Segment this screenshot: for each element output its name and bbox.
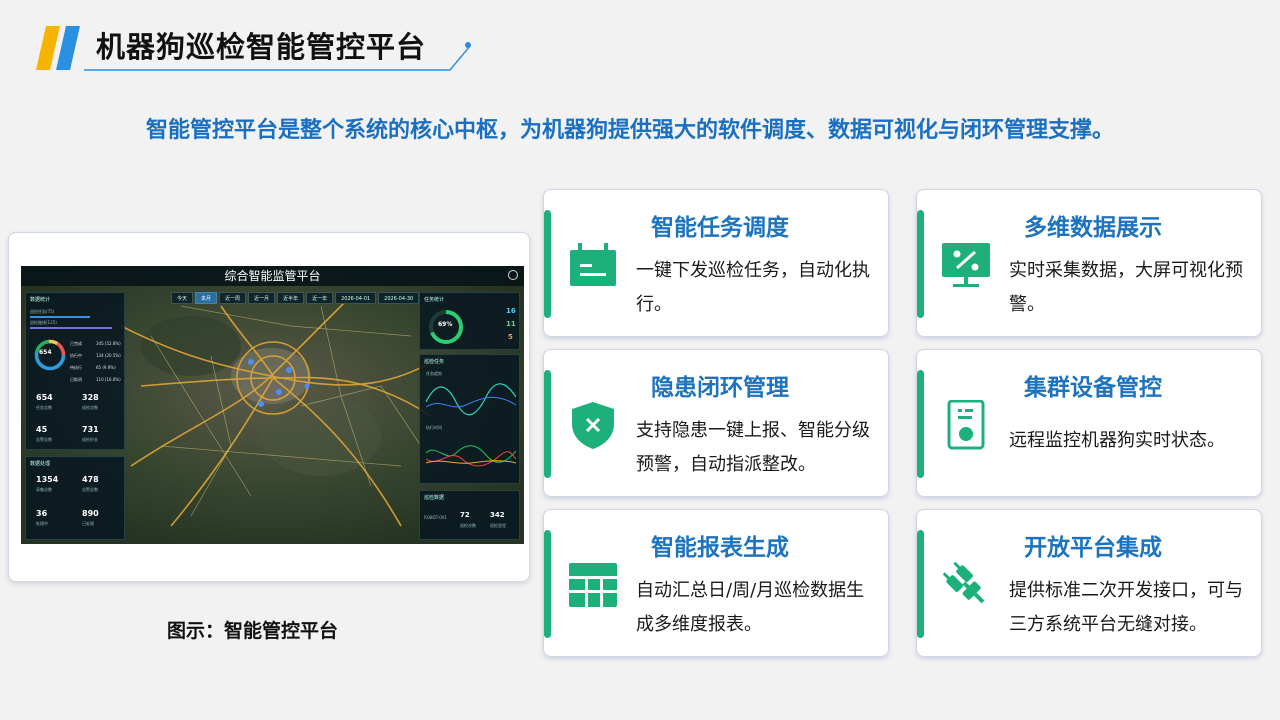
- stat-1-num: 328: [82, 393, 99, 402]
- inspection-data-header: 巡检数据: [424, 495, 445, 501]
- card-hazard-management: 隐患闭环管理 支持隐患一键上报、智能分级预警，自动指派整改。: [543, 349, 889, 497]
- stat2-2-num: 36: [36, 509, 48, 518]
- date-tabs: 今天 本月 近一周 近一月 近半年 近一年 2026-04-01 2026-04…: [171, 292, 420, 304]
- card-description: 支持隐患一键上报、智能分级预警，自动指派整改。: [636, 420, 870, 475]
- bar1-label: 巡检任务(75): [30, 309, 55, 314]
- inspection-panel: 巡检任务 任务趋势 执行时间: [419, 354, 520, 484]
- inspection-data-panel: 巡检数据 ROBOT-001 72 巡检次数 342 巡检里程: [419, 490, 520, 540]
- rstat-1-num: 342: [490, 511, 505, 519]
- legend-1-name: 执行中: [70, 353, 82, 358]
- date-end[interactable]: 2026-04-30: [378, 292, 420, 304]
- stats-panel: 数据统计 巡检任务(75) 巡检路线(125) 654 已完成 345 (52.…: [25, 292, 125, 450]
- card-title: 隐患闭环管理: [651, 375, 789, 401]
- card-title: 多维数据展示: [1024, 215, 1162, 241]
- process-panel-header: 数据处理: [30, 461, 51, 467]
- bar2-label: 巡检路线(125): [30, 320, 57, 325]
- process-panel: 数据处理 1354 采集总数 478 告警总数 36 处理中 890 已处理: [25, 456, 125, 540]
- bar1: [30, 316, 90, 318]
- card-description: 一键下发巡检任务，自动化执行。: [636, 260, 870, 315]
- stat-0-label: 任务总数: [36, 405, 52, 410]
- tab-half-year[interactable]: 近半年: [277, 292, 305, 304]
- card-description: 提供标准二次开发接口，可与三方系统平台无缝对接。: [1009, 580, 1243, 635]
- date-start[interactable]: 2026-04-01: [335, 292, 377, 304]
- gauge-value: 69%: [438, 321, 453, 328]
- device-icon: [947, 400, 985, 450]
- card-description: 自动汇总日/周/月巡检数据生成多维度报表。: [636, 580, 865, 635]
- count-2: 5: [508, 333, 513, 341]
- screenshot-caption: 图示：智能管控平台: [167, 620, 339, 642]
- card-open-platform: 开放平台集成 提供标准二次开发接口，可与三方系统平台无缝对接。: [916, 509, 1262, 657]
- calendar-icon: [570, 243, 616, 286]
- count-1: 11: [506, 320, 516, 328]
- card-report-generation: 智能报表生成 自动汇总日/周/月巡检数据生成多维度报表。: [543, 509, 889, 657]
- task-stats-panel: 任务统计 69% 16 11 5: [419, 292, 520, 350]
- stat2-2-label: 处理中: [36, 521, 48, 526]
- card-title: 智能报表生成: [651, 535, 789, 561]
- title-decoration-icon: [36, 26, 80, 70]
- count-0: 16: [506, 307, 516, 315]
- card-task-scheduling: 智能任务调度 一键下发巡检任务，自动化执行。: [543, 189, 889, 337]
- chart2-label: 执行时间: [426, 425, 442, 430]
- stat2-0-num: 1354: [36, 475, 59, 484]
- card-data-display: 多维数据展示 实时采集数据，大屏可视化预警。: [916, 189, 1262, 337]
- power-icon[interactable]: [508, 270, 518, 280]
- tab-today[interactable]: 今天: [171, 292, 194, 304]
- rstat-0-num: 72: [460, 511, 470, 519]
- dashboard-screenshot: 综合智能监管平台 今天 本月 近一周 近一月 近半年 近一年 2026-04-0…: [21, 266, 524, 544]
- robot-id: ROBOT-001: [424, 515, 447, 520]
- tab-month[interactable]: 本月: [195, 292, 218, 304]
- stat2-3-num: 890: [82, 509, 99, 518]
- tab-year[interactable]: 近一年: [306, 292, 334, 304]
- tab-one-month[interactable]: 近一月: [248, 292, 276, 304]
- stat2-3-label: 已处理: [82, 521, 94, 526]
- inspection-header: 巡检任务: [424, 359, 445, 365]
- stat-3-label: 巡检时长: [82, 437, 98, 442]
- legend-0-name: 已完成: [70, 341, 82, 346]
- dashboard-title: 综合智能监管平台: [21, 266, 524, 286]
- stat2-1-label: 告警总数: [82, 487, 98, 492]
- time-chart: [426, 445, 516, 467]
- legend-3-name: 已取消: [70, 377, 82, 382]
- card-device-control: 集群设备管控 远程监控机器狗实时状态。: [916, 349, 1262, 497]
- plug-icon: [942, 561, 985, 604]
- card-title: 智能任务调度: [651, 215, 789, 241]
- legend-3-value: 110 (16.8%): [96, 377, 121, 382]
- bar2: [30, 327, 112, 329]
- table-icon: [569, 563, 617, 607]
- rstat-1-label: 巡检里程: [490, 523, 506, 528]
- card-title: 集群设备管控: [1024, 375, 1162, 401]
- donut-total: 654: [39, 349, 52, 356]
- legend-2-name: 待执行: [70, 365, 82, 370]
- rstat-0-label: 巡检次数: [460, 523, 476, 528]
- card-description: 远程监控机器狗实时状态。: [1009, 430, 1225, 451]
- legend-1-value: 134 (20.5%): [96, 353, 121, 358]
- card-description: 实时采集数据，大屏可视化预警。: [1009, 260, 1243, 315]
- shield-x-icon: [572, 402, 614, 449]
- legend-0-value: 345 (52.8%): [96, 341, 121, 346]
- title-underline: [84, 42, 471, 71]
- page-subtitle: 智能管控平台是整个系统的核心中枢，为机器狗提供强大的软件调度、数据可视化与闭环管…: [145, 118, 1114, 143]
- task-stats-header: 任务统计: [424, 297, 445, 303]
- stat-1-label: 巡检次数: [82, 405, 98, 410]
- stat-2-label: 告警总数: [36, 437, 52, 442]
- tab-week[interactable]: 近一周: [219, 292, 247, 304]
- trend-chart: [426, 383, 516, 416]
- card-title: 开放平台集成: [1024, 535, 1162, 561]
- stats-panel-header: 数据统计: [30, 297, 51, 303]
- stat-2-num: 45: [36, 425, 48, 434]
- legend-2-value: 65 (9.9%): [96, 365, 116, 370]
- stat2-1-num: 478: [82, 475, 99, 484]
- monitor-chart-icon: [942, 243, 990, 287]
- stat-0-num: 654: [36, 393, 53, 402]
- stat-3-num: 731: [82, 425, 99, 434]
- stat2-0-label: 采集总数: [36, 487, 52, 492]
